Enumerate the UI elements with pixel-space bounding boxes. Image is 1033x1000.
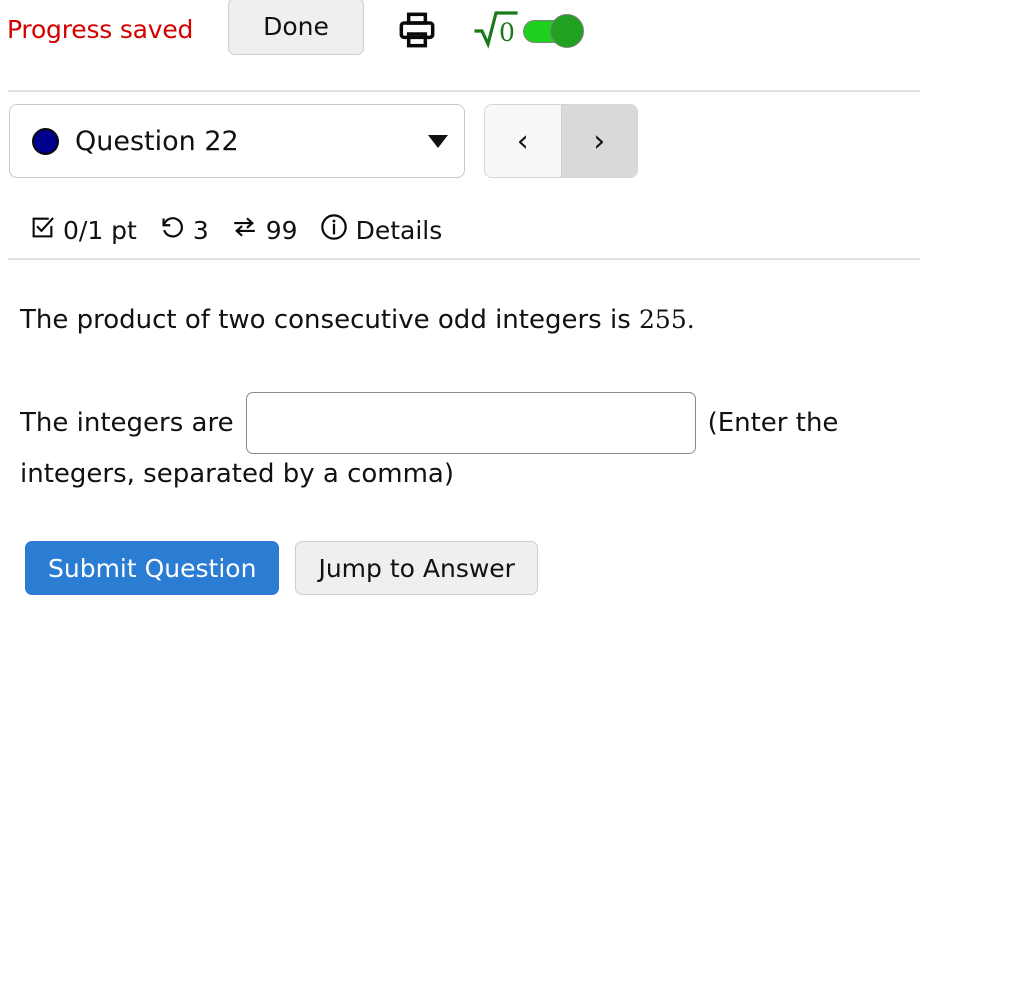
attempts-value: 3 [192,215,209,245]
score-group: 0/1 pt [30,215,137,246]
prev-next-button-group: ‹ › [484,104,638,178]
toolbar-divider [8,90,920,92]
svg-text:0: 0 [499,18,515,47]
answer-hint-tail: integers, separated by a comma) [20,459,455,489]
details-link[interactable]: Details [356,216,443,245]
next-question-button[interactable]: › [560,105,637,177]
question-prompt-value: 255. [639,305,695,334]
question-prompt: The product of two consecutive odd integ… [20,300,695,340]
attempts-group: 3 [159,214,209,246]
info-circle-icon [320,213,348,247]
printer-icon [396,10,438,53]
question-status-bar: 0/1 pt 3 99 Details [30,208,442,252]
details-group[interactable]: Details [320,213,443,247]
print-button[interactable] [391,8,443,54]
versions-group: 99 [231,214,298,246]
square-root-icon: 0 [473,9,519,53]
exchange-icon [231,214,258,246]
top-toolbar: Progress saved Done 0 [0,0,1033,62]
answer-row: The integers are (Enter the [20,392,920,454]
undo-icon [159,214,185,246]
chevron-down-icon [428,134,448,148]
jump-to-answer-button[interactable]: Jump to Answer [295,541,538,595]
answer-lead-label: The integers are [20,408,234,438]
score-value: 0/1 pt [63,215,137,245]
toggle-knob [550,14,584,48]
question-prompt-text: The product of two consecutive odd integ… [20,305,640,335]
done-button[interactable]: Done [228,0,364,55]
question-status-dot [32,127,59,155]
submit-question-button[interactable]: Submit Question [25,541,280,595]
versions-value: 99 [265,215,298,245]
calculator-toggle-group[interactable]: 0 [473,9,585,53]
status-divider [8,258,920,260]
answer-hint-head: (Enter the [707,408,839,438]
calculator-toggle-switch[interactable] [523,14,585,48]
previous-question-button[interactable]: ‹ [485,105,561,177]
progress-saved-status: Progress saved [7,15,194,44]
question-select-label: Question 22 [75,125,239,157]
question-select-dropdown[interactable]: Question 22 [9,104,465,178]
answer-input[interactable] [245,392,696,454]
action-button-row: Submit Question Jump to Answer [25,541,538,595]
check-square-icon [30,215,55,246]
